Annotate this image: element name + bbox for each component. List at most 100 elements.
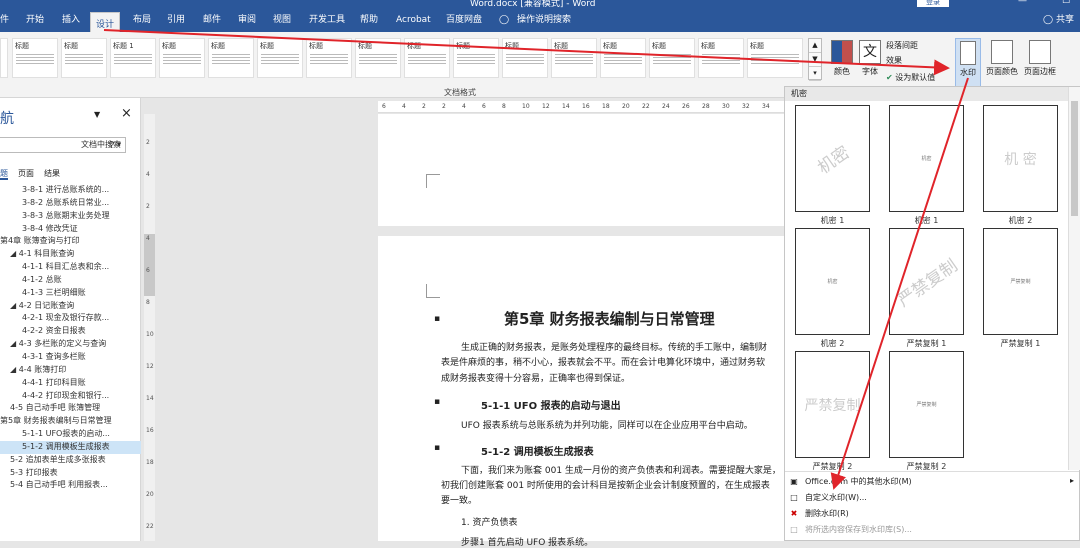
style-set-16[interactable]: 标题 [747, 38, 803, 78]
style-set-7[interactable]: 标题 [306, 38, 352, 78]
theme-button[interactable] [0, 38, 8, 78]
tab-results[interactable]: 结果 [44, 169, 60, 178]
nav-heading-item[interactable]: 4-2-2 资金日报表 [0, 325, 141, 338]
page-borders-icon [1029, 40, 1051, 64]
tab-pages[interactable]: 页面 [18, 169, 34, 178]
scroll-down-icon[interactable]: ▼ [809, 53, 821, 67]
more-watermarks-menu-item[interactable]: ▣ Office.com 中的其他水印(M) ▸ [789, 476, 1074, 487]
nav-heading-item[interactable]: 4-2-1 现金及银行存款... [0, 312, 141, 325]
nav-heading-item[interactable]: 3-8-3 总账期末业务处理 [0, 210, 141, 223]
nav-heading-item[interactable]: 4-5 自己动手吧 账簿管理 [0, 402, 141, 415]
nav-heading-item[interactable]: 4-4-2 打印现金和银行... [0, 390, 141, 403]
watermark-option[interactable]: 严禁复制 [889, 228, 964, 335]
share-button[interactable]: ◯ 共享 [1043, 8, 1074, 32]
nav-heading-item[interactable]: 3-8-1 进行总账系统的... [0, 184, 141, 197]
body-line: 初我们创建账套 001 时所使用的会计科目是按新企业会计制度预置的，在生成报表 [441, 481, 770, 491]
tab-references[interactable]: 引用 [167, 8, 185, 32]
search-icon[interactable]: ⚲ ▾ [109, 138, 121, 152]
nav-heading-item[interactable]: 4-3-1 查询多栏账 [0, 351, 141, 364]
nav-heading-item[interactable]: 第5章 财务报表编制与日常管理 [0, 415, 141, 428]
lightbulb-icon: ◯ [499, 15, 510, 25]
nav-heading-item[interactable]: 5-2 追加表单生成多张报表 [0, 454, 141, 467]
navigation-pane: 航 ▼ × 文档中搜索 ⚲ ▾ 题页面 结果 3-8-1 进行总账系统的... 3-8… [0, 98, 141, 541]
style-set-5[interactable]: 标题 [208, 38, 254, 78]
nav-options-icon[interactable]: ▼ [94, 110, 100, 119]
style-set-13[interactable]: 标题 [600, 38, 646, 78]
list-item: 1. 资产负债表 [461, 518, 518, 528]
tab-acrobat[interactable]: Acrobat [396, 8, 431, 32]
tab-developer[interactable]: 开发工具 [309, 8, 345, 32]
nav-heading-item[interactable]: 5-1-1 UFO报表的启动... [0, 428, 141, 441]
style-gallery-scroll[interactable]: ▲ ▼ ▾ [808, 38, 822, 81]
style-set-14[interactable]: 标题 [649, 38, 695, 78]
page-borders-button[interactable]: 页面边框 [1022, 38, 1058, 90]
nav-heading-item[interactable]: ◢ 4-4 账簿打印 [0, 364, 141, 377]
maximize-button[interactable]: ☐ [1062, 0, 1070, 6]
custom-watermark-menu-item[interactable]: □ 自定义水印(W)... [789, 492, 867, 503]
nav-heading-item[interactable]: ◢ 4-2 日记账查询 [0, 300, 141, 313]
tab-insert[interactable]: 插入 [62, 8, 80, 32]
tab-view[interactable]: 视图 [273, 8, 291, 32]
tab-review[interactable]: 审阅 [238, 8, 256, 32]
title-bar: Word.docx [兼容模式] - Word 登录 — ☐ [0, 0, 1080, 9]
style-set-4[interactable]: 标题 [159, 38, 205, 78]
remove-watermark-menu-item[interactable]: ✖ 删除水印(R) [789, 508, 849, 519]
tab-baidu[interactable]: 百度网盘 [446, 8, 482, 32]
nav-heading-item[interactable]: 5-1-2 调用模板生成报表 [0, 440, 141, 454]
document-page-1[interactable] [378, 114, 784, 226]
nav-heading-item[interactable]: ◢ 4-3 多栏账的定义与查询 [0, 338, 141, 351]
tab-headings[interactable]: 题 [0, 169, 8, 180]
tab-help[interactable]: 帮助 [360, 8, 378, 32]
nav-heading-item[interactable]: 4-1-2 总账 [0, 274, 141, 287]
scrollbar-thumb[interactable] [1071, 101, 1078, 216]
style-set-11[interactable]: 标题 [502, 38, 548, 78]
fonts-button[interactable]: 文字体 [852, 38, 888, 90]
watermark-caption: 严禁复制 1 [906, 339, 947, 348]
effects-button[interactable]: 效果 [886, 55, 902, 66]
nav-heading-item[interactable]: 3-8-2 总账系统日常业... [0, 197, 141, 210]
nav-heading-item[interactable]: 4-4-1 打印科目账 [0, 377, 141, 390]
nav-search-input[interactable]: 文档中搜索 ⚲ ▾ [0, 137, 126, 153]
set-default-button[interactable]: ✔ 设为默认值 [886, 72, 935, 83]
document-page-2[interactable] [378, 236, 784, 541]
nav-heading-item[interactable]: 4-1-3 三栏明细账 [0, 287, 141, 300]
watermark-option[interactable]: 机密 [795, 228, 870, 335]
watermark-button[interactable]: 水印 [955, 38, 981, 90]
more-icon[interactable]: ▾ [809, 67, 821, 81]
watermark-option[interactable]: 严禁复制 [795, 351, 870, 458]
tab-mailings[interactable]: 邮件 [203, 8, 221, 32]
watermark-option[interactable]: 严禁复制 [983, 228, 1058, 335]
style-set-15[interactable]: 标题 [698, 38, 744, 78]
style-set-1[interactable]: 标题 [12, 38, 58, 78]
ruler-number: 4 [146, 235, 150, 242]
style-set-10[interactable]: 标题 [453, 38, 499, 78]
style-set-8[interactable]: 标题 [355, 38, 401, 78]
page-color-button[interactable]: 页面颜色 [984, 38, 1020, 90]
tab-file[interactable]: 件 [0, 8, 9, 32]
nav-heading-item[interactable]: 第4章 账簿查询与打印 [0, 235, 141, 248]
paragraph-spacing-button[interactable]: 段落间距 [886, 40, 918, 51]
tell-me-search[interactable]: 操作说明搜索 [517, 8, 571, 32]
watermark-option[interactable]: 机密 [795, 105, 870, 212]
chapter-heading: 第5章 财务报表编制与日常管理 [504, 310, 715, 328]
nav-heading-item[interactable]: 5-3 打印报表 [0, 467, 141, 480]
watermark-option[interactable]: 机 密 [983, 105, 1058, 212]
login-button[interactable]: 登录 [917, 0, 949, 7]
watermark-option[interactable]: 机密 [889, 105, 964, 212]
nav-heading-item[interactable]: 4-1-1 科目汇总表和余... [0, 261, 141, 274]
style-set-6[interactable]: 标题 [257, 38, 303, 78]
gallery-scrollbar[interactable] [1068, 87, 1080, 470]
style-set-9[interactable]: 标题 [404, 38, 450, 78]
nav-heading-item[interactable]: 3-8-4 修改凭证 [0, 223, 141, 236]
style-set-3[interactable]: 标题 1 [110, 38, 156, 78]
scroll-up-icon[interactable]: ▲ [809, 39, 821, 53]
nav-heading-item[interactable]: ◢ 4-1 科目账查询 [0, 248, 141, 261]
close-icon[interactable]: × [121, 106, 132, 121]
watermark-option[interactable]: 严禁复制 [889, 351, 964, 458]
style-set-2[interactable]: 标题 [61, 38, 107, 78]
style-set-12[interactable]: 标题 [551, 38, 597, 78]
nav-heading-item[interactable]: 5-4 自己动手吧 利用报表... [0, 479, 141, 492]
tab-home[interactable]: 开始 [26, 8, 44, 32]
tab-layout[interactable]: 布局 [133, 8, 151, 32]
minimize-button[interactable]: — [1018, 0, 1027, 6]
